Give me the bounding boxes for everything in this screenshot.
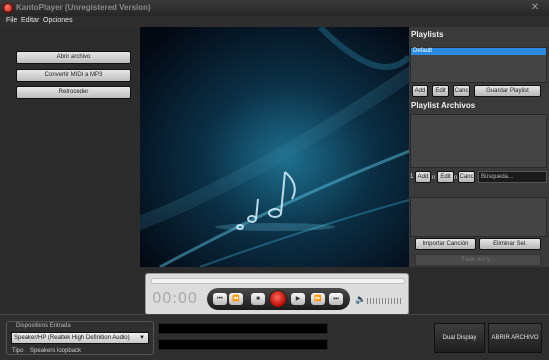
output-meter-bottom: [158, 339, 328, 350]
save-playlist-button[interactable]: Guardar Playlist: [474, 85, 541, 97]
tipo-value: Speakers loopback: [30, 348, 82, 354]
playlist-files-list[interactable]: [410, 114, 547, 168]
playlist-add-button[interactable]: Add: [412, 85, 428, 97]
separator-label: n: [432, 175, 436, 181]
skip-forward-icon[interactable]: ⏭: [329, 293, 343, 305]
input-devices-label: Dispositivos Entrada: [15, 323, 72, 329]
close-icon[interactable]: ✕: [529, 2, 541, 14]
music-note-artwork: [140, 27, 409, 267]
playlist-edit-button[interactable]: Edit: [432, 85, 449, 97]
open-file-button[interactable]: Abrir archivo: [16, 51, 131, 64]
search-input[interactable]: Búsqueda...: [478, 171, 547, 183]
transport-controls: ⏮ ⏪ ■ ▶ ⏩ ⏭: [207, 288, 350, 310]
menu-editar[interactable]: Editar: [21, 17, 39, 24]
seek-bar[interactable]: [151, 278, 405, 284]
remove-selected-button[interactable]: Eliminar Sel.: [479, 238, 541, 250]
tipo-label: Tipo: [12, 348, 24, 354]
speaker-icon[interactable]: 🔈: [355, 294, 366, 304]
separator-label: n: [454, 175, 458, 181]
input-device-select[interactable]: Speaker/HP (Realtek High Definition Audi…: [11, 332, 149, 344]
player-area: 00:00 ⏮ ⏪ ■ ▶ ⏩ ⏭ 🔈: [0, 267, 549, 315]
left-panel: Abrir archivo Convertir MIDI a MP3 Retro…: [0, 27, 140, 267]
menu-bar: File Editar Opciones: [0, 16, 549, 27]
player-control-panel: 00:00 ⏮ ⏪ ■ ▶ ⏩ ⏭ 🔈: [145, 273, 409, 315]
rewind-icon[interactable]: ⏪: [229, 293, 243, 305]
input-devices-group: Dispositivos Entrada Speaker/HP (Realtek…: [6, 321, 154, 355]
output-meter-top: [158, 323, 328, 334]
playlists-heading: Playlists: [411, 30, 444, 39]
playlist-cancel-button[interactable]: Canc: [453, 85, 470, 97]
window-title: KantoPlayer (Unregistered Version): [16, 3, 151, 12]
volume-slider[interactable]: [367, 298, 403, 304]
playlists-list[interactable]: Default: [410, 47, 547, 83]
app-icon: [3, 3, 13, 13]
right-panel: Playlists Default Add Edit Canc Guardar …: [409, 27, 549, 267]
playlist-item-default[interactable]: Default: [411, 48, 546, 55]
play-icon[interactable]: ▶: [291, 293, 305, 305]
file-edit-button[interactable]: Edit: [437, 171, 454, 183]
playlist-details-list[interactable]: [410, 197, 547, 237]
dual-display-button[interactable]: Dual Display: [434, 323, 485, 353]
playlist-files-heading: Playlist Archivos: [411, 101, 476, 110]
chevron-down-icon: ▼: [139, 335, 145, 341]
video-display: [140, 27, 409, 267]
rewind-button[interactable]: Retroceder: [16, 86, 131, 99]
title-bar: KantoPlayer (Unregistered Version) ✕: [0, 0, 549, 16]
file-index-label: 1: [410, 174, 414, 180]
fade-out-control[interactable]: Fade out y...: [415, 254, 541, 266]
open-file-big-button[interactable]: ABRIR ARCHIVO: [488, 323, 542, 353]
import-song-button[interactable]: Importar Canción: [415, 238, 476, 250]
skip-back-icon[interactable]: ⏮: [213, 293, 227, 305]
stop-icon[interactable]: ■: [251, 293, 265, 305]
fast-forward-icon[interactable]: ⏩: [311, 293, 325, 305]
file-add-button[interactable]: Add: [415, 171, 431, 183]
menu-file[interactable]: File: [6, 17, 17, 24]
input-device-value: Speaker/HP (Realtek High Definition Audi…: [14, 335, 130, 341]
file-cancel-button[interactable]: Canc: [458, 171, 475, 183]
menu-opciones[interactable]: Opciones: [43, 17, 73, 24]
time-display: 00:00: [152, 289, 198, 307]
convert-midi-button[interactable]: Convertir MIDI a MP3: [16, 69, 131, 82]
record-button[interactable]: [269, 290, 287, 308]
bottom-bar: Dispositivos Entrada Speaker/HP (Realtek…: [0, 314, 549, 360]
